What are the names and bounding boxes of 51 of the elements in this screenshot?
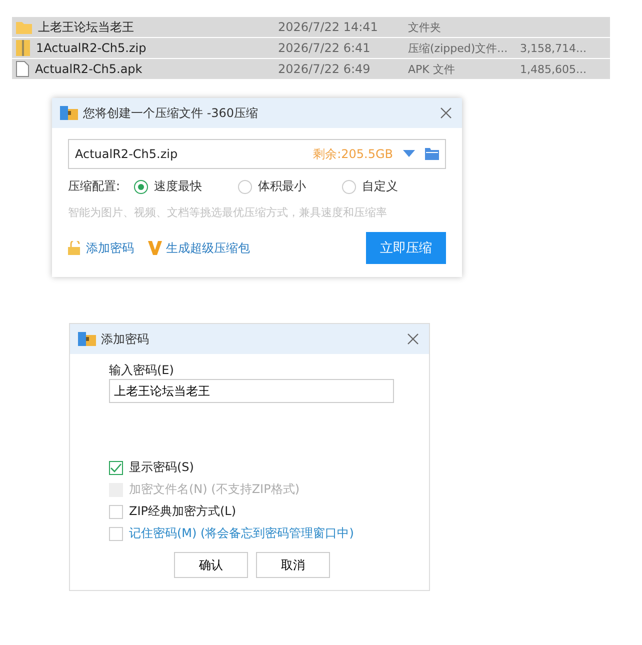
field-label: 输入密码(E) bbox=[109, 362, 175, 379]
radio-option[interactable]: 体积最小 bbox=[238, 178, 342, 195]
file-row[interactable]: 1ActualR2-Ch5.zip 2026/7/22 6:41 压缩(zipped)文件... 3,158,714... bbox=[12, 38, 610, 59]
v-logo-icon bbox=[148, 241, 162, 255]
radio-circle-icon[interactable] bbox=[134, 180, 148, 194]
radio-circle-icon[interactable] bbox=[238, 180, 252, 194]
file-name: ActualR2-Ch5.apk bbox=[35, 62, 142, 76]
config-label: 压缩配置: bbox=[68, 178, 122, 195]
file-name: 1ActualR2-Ch5.zip bbox=[36, 41, 146, 55]
file-date: 2026/7/22 14:41 bbox=[278, 20, 379, 34]
file-row[interactable]: ActualR2-Ch5.apk 2026/7/22 6:49 APK 文件 1,485,605... bbox=[12, 59, 610, 80]
file-size: 1,485,605... bbox=[520, 62, 586, 76]
file-date: 2026/7/22 6:49 bbox=[278, 62, 372, 76]
dropdown-caret-icon[interactable] bbox=[403, 150, 415, 158]
radio-option[interactable]: 速度最快 bbox=[134, 178, 238, 195]
file-date: 2026/7/22 6:41 bbox=[278, 41, 372, 55]
filename-field[interactable]: ActualR2-Ch5.zip 剩余:205.5GB bbox=[68, 139, 446, 169]
padlock-icon bbox=[68, 241, 82, 255]
file-size: 3,158,714... bbox=[520, 42, 586, 54]
checkbox-option[interactable]: 显示密码(S) bbox=[109, 459, 395, 476]
free-space: 剩余:205.5GB bbox=[313, 146, 393, 162]
file-row[interactable]: 上老王论坛当老王 2026/7/22 14:41 文件夹 bbox=[12, 17, 610, 38]
add-password-link[interactable]: 添加密码 bbox=[86, 240, 134, 256]
file-name: 上老王论坛当老王 bbox=[38, 18, 134, 36]
checkbox-option[interactable]: ZIP经典加密方式(L) bbox=[109, 503, 395, 520]
dialog-button[interactable]: 确认 bbox=[174, 552, 248, 578]
checkbox[interactable] bbox=[109, 460, 123, 474]
dialog-title: 您将创建一个压缩文件 -360压缩 bbox=[83, 104, 260, 122]
close-icon bbox=[440, 107, 452, 119]
folder-icon bbox=[16, 20, 32, 34]
zip-file-icon bbox=[16, 40, 30, 56]
close-icon bbox=[407, 333, 419, 345]
file-type: 压缩(zipped)文件... bbox=[408, 40, 509, 56]
dialog-button[interactable]: 取消 bbox=[256, 552, 330, 578]
checkbox[interactable] bbox=[109, 504, 123, 518]
super-package-link[interactable]: 生成超级压缩包 bbox=[166, 240, 250, 256]
archive-app-icon bbox=[60, 105, 78, 121]
hint-text: 智能为图片、视频、文档等挑选最优压缩方式，兼具速度和压缩率 bbox=[68, 205, 388, 220]
close-button[interactable] bbox=[405, 331, 421, 347]
archive-app-icon bbox=[78, 331, 96, 347]
file-type: 文件夹 bbox=[408, 20, 442, 34]
password-field[interactable]: 上老王论坛当老王 bbox=[109, 379, 394, 403]
close-button[interactable] bbox=[438, 105, 454, 121]
file-type: APK 文件 bbox=[408, 62, 456, 76]
radio-circle-icon[interactable] bbox=[342, 180, 356, 194]
checkbox[interactable] bbox=[109, 526, 123, 540]
folder-icon[interactable] bbox=[425, 148, 439, 160]
dialog-title: 添加密码 bbox=[101, 330, 150, 348]
document-icon bbox=[16, 61, 29, 77]
checkbox-option[interactable]: 记住密码(M) (将会备忘到密码管理窗口中) bbox=[109, 525, 395, 542]
radio-option[interactable]: 自定义 bbox=[342, 178, 446, 195]
